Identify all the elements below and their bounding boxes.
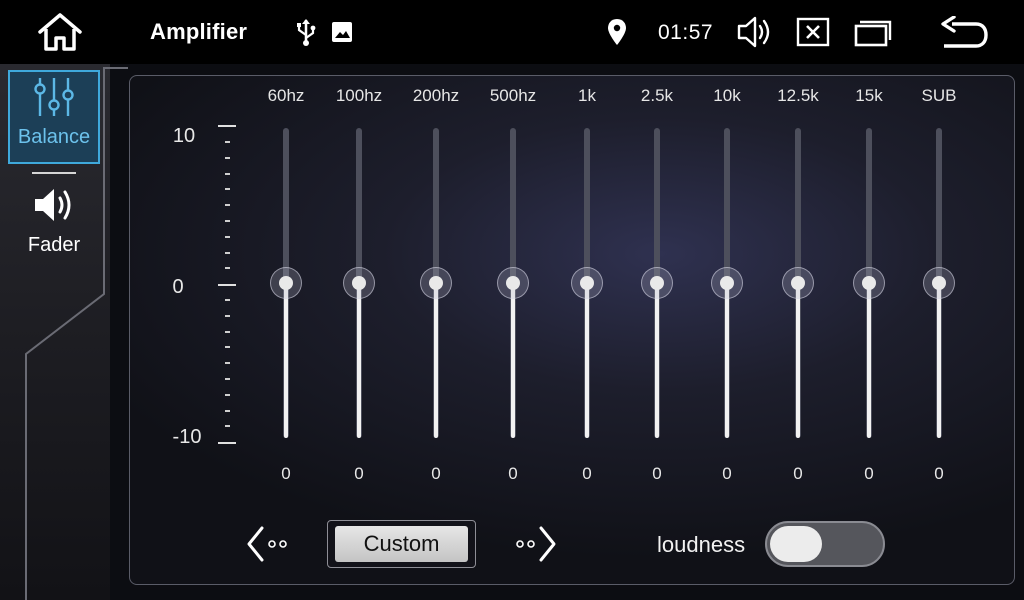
sidebar-item-fader[interactable]: Fader bbox=[8, 180, 100, 274]
band-value-sub: 0 bbox=[934, 464, 944, 483]
band-value-12-5k: 0 bbox=[793, 464, 803, 483]
equalizer-sliders-icon bbox=[34, 78, 74, 116]
preset-button[interactable]: Custom bbox=[335, 526, 468, 562]
scale-tick bbox=[225, 188, 230, 190]
scale-tick bbox=[225, 394, 230, 396]
band-value-100hz: 0 bbox=[354, 464, 364, 483]
slider-knob[interactable] bbox=[497, 267, 529, 299]
band-slider-200hz[interactable] bbox=[416, 128, 456, 440]
usb-icon bbox=[297, 19, 316, 46]
sidebar-separator bbox=[32, 172, 76, 174]
scale-tick bbox=[225, 236, 230, 238]
slider-knob[interactable] bbox=[711, 267, 743, 299]
speaker-icon bbox=[35, 189, 71, 221]
scale-mid-label: 0 bbox=[172, 276, 184, 298]
band-value-200hz: 0 bbox=[431, 464, 441, 483]
band-value-10k: 0 bbox=[722, 464, 732, 483]
status-bar: Amplifier 01:57 bbox=[0, 0, 1024, 64]
scale-tick bbox=[225, 331, 230, 333]
image-icon bbox=[332, 22, 352, 42]
band-slider-1k[interactable] bbox=[567, 128, 607, 440]
scale-tick bbox=[225, 315, 230, 317]
scale-tick bbox=[225, 299, 230, 301]
scale-max-line bbox=[218, 125, 236, 127]
band-value-60hz: 0 bbox=[281, 464, 291, 483]
band-slider-2-5k[interactable] bbox=[637, 128, 677, 440]
location-icon bbox=[608, 19, 626, 45]
slider-knob[interactable] bbox=[853, 267, 885, 299]
slider-knob[interactable] bbox=[782, 267, 814, 299]
slider-knob[interactable] bbox=[641, 267, 673, 299]
scale-tick bbox=[225, 173, 230, 175]
scale-tick bbox=[225, 157, 230, 159]
sidebar-item-label: Fader bbox=[27, 234, 81, 256]
scale-max-label: 10 bbox=[172, 125, 196, 147]
next-preset-icon[interactable] bbox=[512, 524, 560, 564]
volume-icon[interactable] bbox=[736, 14, 774, 50]
home-icon[interactable] bbox=[36, 12, 84, 52]
slider-knob[interactable] bbox=[343, 267, 375, 299]
band-slider-12-5k[interactable] bbox=[778, 128, 818, 440]
clock: 01:57 bbox=[658, 21, 714, 44]
scale-min-label: -10 bbox=[172, 426, 202, 448]
scale-tick bbox=[225, 267, 230, 269]
app-title: Amplifier bbox=[150, 19, 248, 44]
band-label-12-5k: 12.5k bbox=[777, 86, 819, 105]
sidebar-item-label: Balance bbox=[17, 126, 91, 148]
band-value-2-5k: 0 bbox=[652, 464, 662, 483]
close-app-icon[interactable] bbox=[796, 17, 830, 47]
back-icon[interactable] bbox=[938, 16, 990, 50]
slider-knob[interactable] bbox=[923, 267, 955, 299]
scale-tick bbox=[225, 252, 230, 254]
scale-tick bbox=[225, 362, 230, 364]
toggle-thumb[interactable] bbox=[770, 526, 822, 562]
scale-min-line bbox=[218, 442, 236, 444]
prev-preset-icon[interactable] bbox=[244, 524, 292, 564]
scale-tick bbox=[225, 220, 230, 222]
band-slider-100hz[interactable] bbox=[339, 128, 379, 440]
recents-icon[interactable] bbox=[854, 17, 894, 47]
band-slider-500hz[interactable] bbox=[493, 128, 533, 440]
slider-knob[interactable] bbox=[420, 267, 452, 299]
band-slider-sub[interactable] bbox=[919, 128, 959, 440]
scale-tick bbox=[225, 141, 230, 143]
band-label-60hz: 60hz bbox=[267, 86, 305, 105]
loudness-label: loudness bbox=[657, 532, 746, 557]
band-label-15k: 15k bbox=[855, 86, 883, 105]
band-slider-10k[interactable] bbox=[707, 128, 747, 440]
band-label-100hz: 100hz bbox=[335, 86, 383, 105]
band-value-1k: 0 bbox=[582, 464, 592, 483]
scale-tick bbox=[225, 346, 230, 348]
band-label-2-5k: 2.5k bbox=[640, 86, 674, 105]
band-label-10k: 10k bbox=[713, 86, 741, 105]
band-slider-60hz[interactable] bbox=[266, 128, 306, 440]
band-label-200hz: 200hz bbox=[412, 86, 460, 105]
band-value-15k: 0 bbox=[864, 464, 874, 483]
sidebar-item-balance[interactable]: Balance bbox=[8, 70, 100, 164]
band-value-500hz: 0 bbox=[508, 464, 518, 483]
scale-tick bbox=[225, 410, 230, 412]
band-label-1k: 1k bbox=[578, 86, 596, 105]
slider-knob[interactable] bbox=[270, 267, 302, 299]
band-label-500hz: 500hz bbox=[489, 86, 537, 105]
scale-mid-line bbox=[218, 284, 236, 286]
scale-tick bbox=[225, 425, 230, 427]
scale-tick bbox=[225, 378, 230, 380]
band-slider-15k[interactable] bbox=[849, 128, 889, 440]
band-label-sub: SUB bbox=[921, 86, 957, 105]
scale-tick bbox=[225, 204, 230, 206]
slider-knob[interactable] bbox=[571, 267, 603, 299]
loudness-toggle[interactable] bbox=[765, 521, 885, 567]
